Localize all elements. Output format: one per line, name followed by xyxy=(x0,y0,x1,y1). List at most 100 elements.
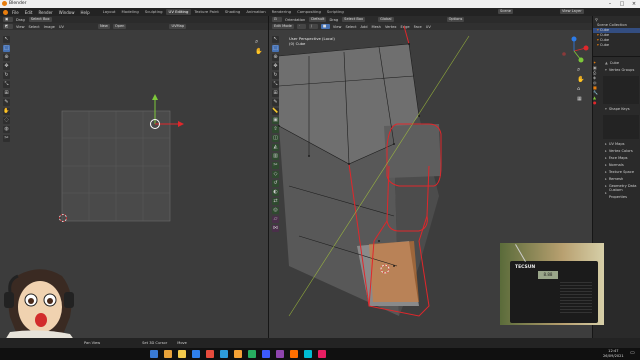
menu-file[interactable]: File xyxy=(12,10,19,15)
vp-annotate-tool-icon[interactable]: ✎ xyxy=(272,99,279,106)
vp-measure-tool-icon[interactable]: 📏 xyxy=(272,108,279,115)
vp-cursor-tool-icon[interactable]: ⊕ xyxy=(272,54,279,61)
tab-modeling[interactable]: Modeling xyxy=(119,9,142,15)
vertex-groups-panel[interactable]: ▾ Vertex Groups xyxy=(601,67,640,74)
tab-texture-paint[interactable]: Texture Paint xyxy=(191,9,222,15)
outliner-filter-icon[interactable]: ⚲ xyxy=(595,17,598,22)
loop-cut-tool-icon[interactable]: ▥ xyxy=(272,153,279,160)
normals-panel[interactable]: ▸ Normals xyxy=(601,162,640,169)
taskbar-clock[interactable]: 12:47 26/09/2021 xyxy=(603,349,624,359)
taskbar-app-icon[interactable] xyxy=(290,350,298,358)
maximize-icon[interactable]: □ xyxy=(616,0,628,8)
outliner-row[interactable]: ▾ Cube xyxy=(593,43,640,48)
status-pan-view: Pan View xyxy=(84,341,101,345)
material-tab-icon[interactable]: ● xyxy=(593,100,601,105)
remesh-panel[interactable]: ▸ Remesh xyxy=(601,176,640,183)
edge-slide-tool-icon[interactable]: ⇄ xyxy=(272,198,279,205)
poly-build-tool-icon[interactable]: ◇ xyxy=(272,171,279,178)
face-maps-panel[interactable]: ▸ Face Maps xyxy=(601,155,640,162)
extrude-tool-icon[interactable]: ⇧ xyxy=(272,126,279,133)
minimize-icon[interactable]: – xyxy=(604,0,616,8)
section-label: Face Maps xyxy=(608,156,628,160)
smooth-tool-icon[interactable]: ◐ xyxy=(272,189,279,196)
close-icon[interactable]: × xyxy=(628,0,640,8)
taskbar-app-icon[interactable] xyxy=(220,350,228,358)
knife-tool-icon[interactable]: ✂ xyxy=(272,162,279,169)
tab-layout[interactable]: Layout xyxy=(100,9,119,15)
properties-tabs: ✦ ▣ ⎙ ◈ ◍ ■ 🔧 ▲ ● xyxy=(593,60,601,197)
taskbar-app-icon[interactable] xyxy=(262,350,270,358)
uv-maps-panel[interactable]: ▸ UV Maps xyxy=(601,141,640,148)
perspective-toggle-icon[interactable]: ▦ xyxy=(577,96,582,102)
shape-keys-list[interactable] xyxy=(603,115,639,139)
tab-rendering[interactable]: Rendering xyxy=(269,9,294,15)
vp-move-tool-icon[interactable]: ✥ xyxy=(272,63,279,70)
properties-content: ▲ Cube ▾ Vertex Groups ▾ Shape Keys ▸ UV Map… xyxy=(601,60,640,199)
menu-window[interactable]: Window xyxy=(59,10,75,15)
tab-scripting[interactable]: Scripting xyxy=(324,9,347,15)
streamer-avatar xyxy=(0,262,80,348)
outliner[interactable]: Scene Collection ▾ Cube ▾ Cube ▾ Cube ▾ Cube xyxy=(593,23,640,48)
window-title: Blender xyxy=(9,1,27,6)
vertex-colors-panel[interactable]: ▸ Vertex Colors xyxy=(601,148,640,155)
vertex-groups-list[interactable] xyxy=(603,76,639,104)
taskbar-icons xyxy=(150,350,332,358)
custom-properties-panel[interactable]: ▸ Custom Properties xyxy=(601,188,640,199)
spin-tool-icon[interactable]: ↺ xyxy=(272,180,279,187)
webcam-overlay: TECSUN 8.88 xyxy=(500,243,604,325)
menu-help[interactable]: Help xyxy=(80,10,89,15)
tab-uv-editing[interactable]: UV Editing xyxy=(165,9,192,15)
notification-icon[interactable]: ▭ xyxy=(630,350,636,358)
taskbar-app-icon[interactable] xyxy=(276,350,284,358)
rip-region-tool-icon[interactable]: ⋈ xyxy=(272,225,279,232)
object-name-field[interactable]: ▲ Cube xyxy=(601,60,640,67)
vp-rotate-tool-icon[interactable]: ↻ xyxy=(272,72,279,79)
panel-divider xyxy=(593,56,640,57)
tab-sculpting[interactable]: Sculpting xyxy=(142,9,166,15)
uv-grid xyxy=(61,110,171,222)
taskbar-app-icon[interactable] xyxy=(318,350,326,358)
viewport-zoom-icon[interactable]: ⌕ xyxy=(577,66,580,74)
shrink-fatten-tool-icon[interactable]: ◎ xyxy=(272,207,279,214)
taskbar-app-icon[interactable] xyxy=(248,350,256,358)
scene-label: Scene xyxy=(498,9,513,14)
texture-space-panel[interactable]: ▸ Texture Space xyxy=(601,169,640,176)
view-layer-selector[interactable]: View Layer xyxy=(560,9,587,14)
viewport-pan-icon[interactable]: ✋ xyxy=(577,76,584,83)
blender-menu-icon[interactable] xyxy=(3,9,8,15)
shear-tool-icon[interactable]: ▱ xyxy=(272,216,279,223)
vp-transform-tool-icon[interactable]: ⊞ xyxy=(272,90,279,97)
section-label: Vertex Colors xyxy=(608,149,633,153)
menu-render[interactable]: Render xyxy=(38,10,52,15)
vp-tweak-tool-icon[interactable]: ↖ xyxy=(272,36,279,43)
taskbar-app-icon[interactable] xyxy=(164,350,172,358)
tab-compositing[interactable]: Compositing xyxy=(294,9,324,15)
navigation-gizmo[interactable] xyxy=(559,36,589,66)
vp-select-box-tool-icon[interactable]: ⬚ xyxy=(272,45,279,52)
vp-scale-tool-icon[interactable]: ⤡ xyxy=(272,81,279,88)
outliner-header: ⚲ xyxy=(593,16,640,23)
bevel-tool-icon[interactable]: ◭ xyxy=(272,144,279,151)
taskbar-app-icon[interactable] xyxy=(234,350,242,358)
viewport-toolbar: ↖ ⬚ ⊕ ✥ ↻ ⤡ ⊞ ✎ 📏 ▣ ⇧ ◫ ◭ ▥ ✂ ◇ ↺ ◐ ⇄ ◎ … xyxy=(272,36,279,234)
taskbar-app-icon[interactable] xyxy=(304,350,312,358)
tab-shading[interactable]: Shading xyxy=(222,9,243,15)
inset-tool-icon[interactable]: ◫ xyxy=(272,135,279,142)
camera-view-icon[interactable]: ⌂ xyxy=(577,86,580,92)
workspace-tabs: Layout Modeling Sculpting UV Editing Tex… xyxy=(100,9,347,15)
shape-keys-panel[interactable]: ▾ Shape Keys xyxy=(601,106,640,113)
shape-keys-label: Shape Keys xyxy=(608,107,630,111)
tab-animation[interactable]: Animation xyxy=(243,9,268,15)
taskbar-app-icon[interactable] xyxy=(150,350,158,358)
taskbar: 12:47 26/09/2021 ▭ xyxy=(0,348,640,360)
add-cube-tool-icon[interactable]: ▣ xyxy=(272,117,279,124)
taskbar-app-icon[interactable] xyxy=(178,350,186,358)
section-label: Custom Properties xyxy=(608,187,627,199)
taskbar-app-icon[interactable] xyxy=(206,350,214,358)
taskbar-app-icon[interactable] xyxy=(192,350,200,358)
selected-face[interactable] xyxy=(369,241,419,302)
scene-selector[interactable]: Scene xyxy=(498,9,516,14)
title-bar: Blender – □ × xyxy=(0,0,640,8)
menu-edit[interactable]: Edit xyxy=(25,10,33,15)
vertex-groups-label: Vertex Groups xyxy=(608,68,635,72)
